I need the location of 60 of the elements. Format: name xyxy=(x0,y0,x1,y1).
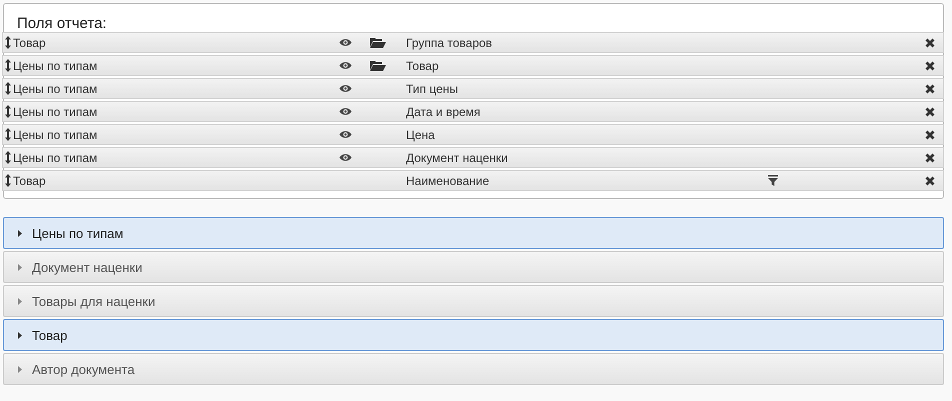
section-label: Товар xyxy=(32,328,68,342)
section-header[interactable]: Документ наценки xyxy=(3,251,944,283)
field-name: Наименование xyxy=(406,174,490,188)
source-name: Товар xyxy=(13,36,46,50)
close-icon[interactable] xyxy=(925,176,935,186)
folder-icon[interactable] xyxy=(370,37,386,48)
eye-icon[interactable] xyxy=(339,38,352,47)
close-icon[interactable] xyxy=(925,38,935,48)
field-name: Тип цены xyxy=(406,82,460,96)
section-header[interactable]: Товар xyxy=(3,319,944,351)
source-name: Товар xyxy=(13,174,46,188)
folder-icon[interactable] xyxy=(370,60,386,71)
field-row[interactable]: Товар Группа товаров xyxy=(2,32,944,53)
section-header[interactable]: Цены по типам xyxy=(3,217,944,249)
field-row[interactable]: Товар Наименование xyxy=(2,170,944,191)
section-label: Цены по типам xyxy=(32,226,124,240)
section-header[interactable]: Автор документа xyxy=(3,353,944,385)
caret-icon xyxy=(18,298,22,304)
drag-handle-icon[interactable] xyxy=(5,59,11,72)
source-name: Цены по типам xyxy=(13,104,98,118)
drag-handle-icon[interactable] xyxy=(5,82,11,95)
field-name: Группа товаров xyxy=(406,36,494,50)
section-label: Автор документа xyxy=(32,362,135,376)
caret-icon xyxy=(18,366,22,372)
close-icon[interactable] xyxy=(925,152,935,162)
panel-title: Поля отчета: xyxy=(16,14,108,32)
eye-icon[interactable] xyxy=(339,84,352,93)
caret-icon xyxy=(18,332,22,338)
caret-icon xyxy=(18,264,22,270)
drag-handle-icon[interactable] xyxy=(5,128,11,141)
field-name: Дата и время xyxy=(406,104,482,118)
drag-handle-icon[interactable] xyxy=(5,36,11,49)
caret-icon xyxy=(18,230,22,236)
source-name: Цены по типам xyxy=(13,58,98,72)
eye-icon[interactable] xyxy=(339,61,352,70)
section-label: Товары для наценки xyxy=(32,294,156,308)
close-icon[interactable] xyxy=(925,106,935,116)
filter-icon[interactable] xyxy=(768,175,778,186)
field-name: Документ наценки xyxy=(406,150,509,164)
field-name: Цена xyxy=(406,128,436,142)
drag-handle-icon[interactable] xyxy=(5,174,11,187)
eye-icon[interactable] xyxy=(339,130,352,139)
field-row[interactable]: Цены по типам Товар xyxy=(2,55,944,76)
eye-icon[interactable] xyxy=(339,107,352,116)
field-name: Товар xyxy=(406,58,440,72)
source-name: Цены по типам xyxy=(13,150,98,164)
close-icon[interactable] xyxy=(925,60,935,70)
source-name: Цены по типам xyxy=(13,128,98,142)
drag-handle-icon[interactable] xyxy=(5,105,11,118)
field-row[interactable]: Цены по типам Документ наценки xyxy=(2,147,944,168)
section-label: Документ наценки xyxy=(32,260,142,274)
section-header[interactable]: Товары для наценки xyxy=(3,285,944,317)
close-icon[interactable] xyxy=(925,130,935,140)
field-row[interactable]: Цены по типам Дата и время xyxy=(2,101,944,122)
field-row[interactable]: Цены по типам Тип цены xyxy=(2,78,944,99)
eye-icon[interactable] xyxy=(339,153,352,162)
source-name: Цены по типам xyxy=(13,82,98,96)
field-row[interactable]: Цены по типам Цена xyxy=(2,124,944,145)
drag-handle-icon[interactable] xyxy=(5,151,11,164)
close-icon[interactable] xyxy=(925,84,935,94)
